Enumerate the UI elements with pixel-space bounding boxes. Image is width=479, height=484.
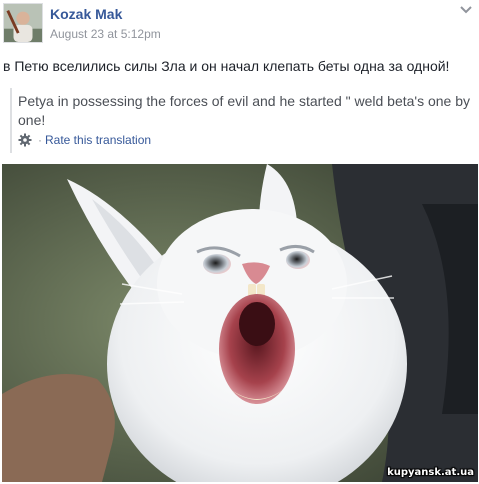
- gear-icon[interactable]: [18, 133, 32, 147]
- angry-rabbit-image: [2, 164, 478, 482]
- avatar-image: [4, 4, 42, 42]
- post-timestamp[interactable]: August 23 at 5:12pm: [50, 27, 161, 41]
- rate-translation-link[interactable]: Rate this translation: [45, 133, 151, 147]
- chevron-down-icon[interactable]: [459, 4, 473, 16]
- translation-block: Petya in possessing the forces of evil a…: [10, 88, 477, 153]
- post-text: в Петю вселились силы Зла и он начал кле…: [3, 58, 450, 74]
- rate-separator: ·: [38, 133, 42, 147]
- photo-watermark: kupyansk.at.ua: [387, 467, 474, 478]
- post-card: Kozak Mak August 23 at 5:12pm в Петю все…: [0, 0, 479, 484]
- translation-text: Petya in possessing the forces of evil a…: [18, 93, 471, 128]
- avatar[interactable]: [3, 3, 43, 43]
- post-photo[interactable]: kupyansk.at.ua: [2, 164, 478, 482]
- rate-translation[interactable]: · Rate this translation: [18, 132, 151, 148]
- author-name[interactable]: Kozak Mak: [50, 6, 122, 22]
